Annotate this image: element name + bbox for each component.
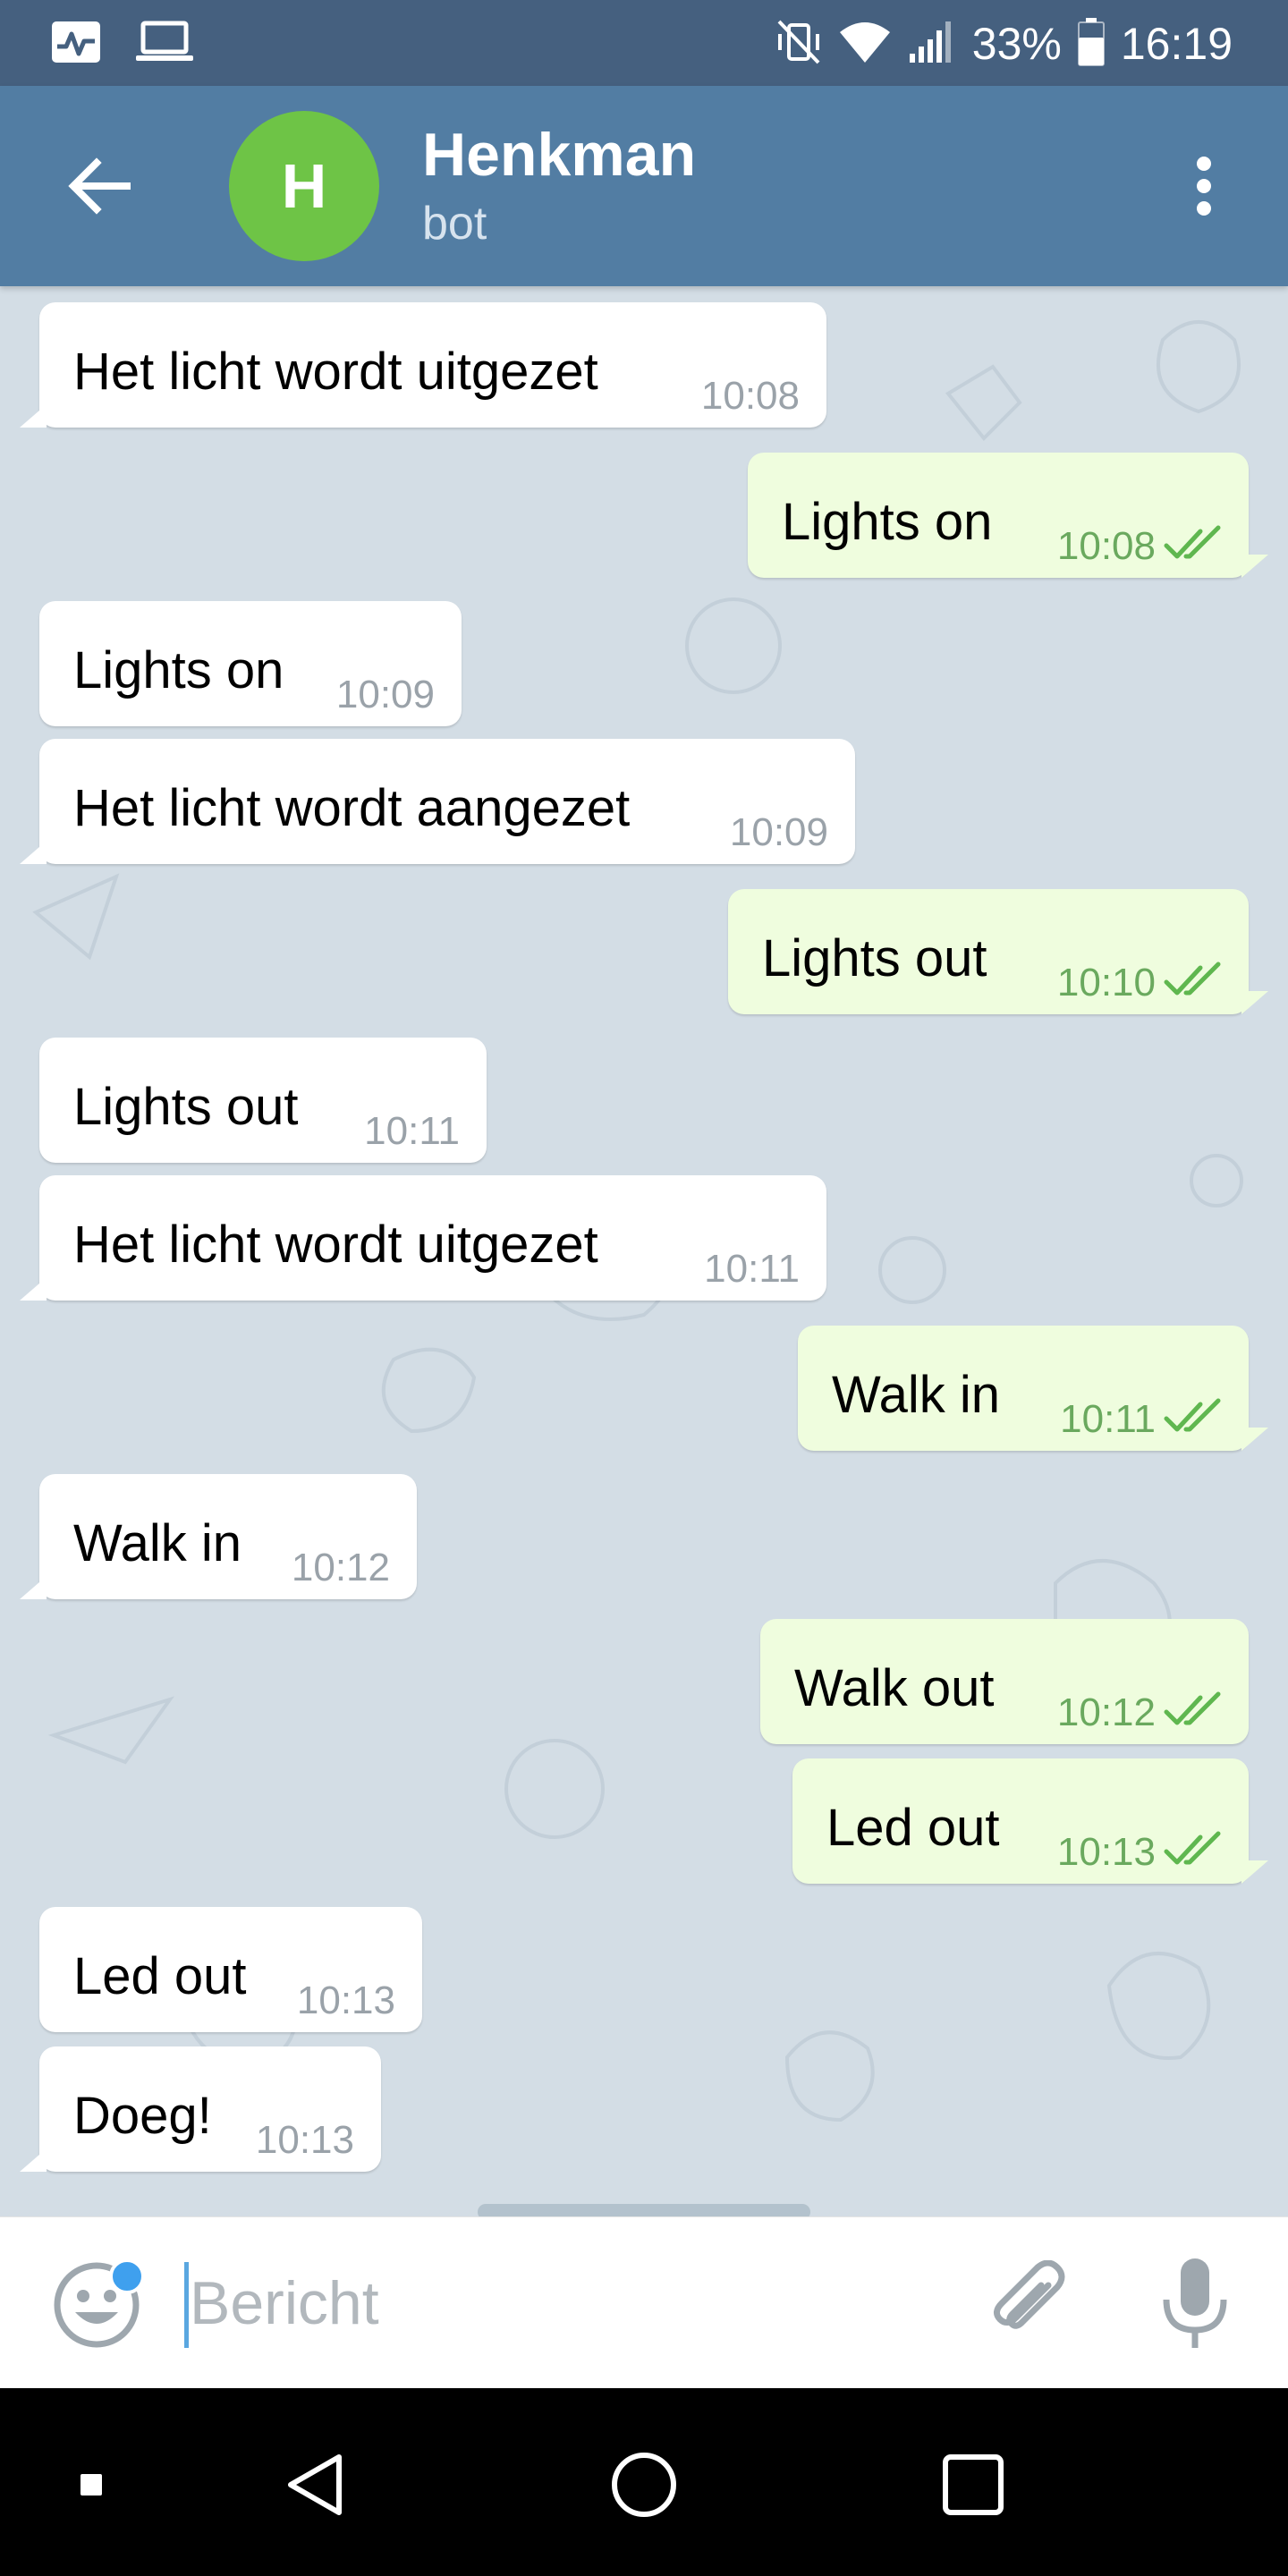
- read-checkmarks-icon: [1164, 1691, 1221, 1725]
- message-text: Led out: [826, 1799, 1000, 1857]
- attach-icon: [994, 2259, 1065, 2329]
- message-time: 10:09: [335, 673, 435, 716]
- message-text: Walk out: [794, 1659, 995, 1717]
- signal-icon: [908, 20, 956, 69]
- message-time: 10:12: [1056, 1690, 1156, 1734]
- nav-overview-button[interactable]: [919, 2431, 1027, 2538]
- message-bubble-in[interactable]: Het licht wordt aangezet 10:09: [20, 739, 855, 864]
- chat-subtitle: bot: [422, 198, 487, 250]
- nav-recent-button[interactable]: [38, 2431, 145, 2538]
- message-time: 10:13: [296, 1979, 395, 2022]
- notification-dot: [109, 2258, 145, 2294]
- more-options-button[interactable]: [1161, 143, 1247, 229]
- message-text: Lights out: [73, 1078, 299, 1136]
- message-input[interactable]: [190, 2258, 923, 2348]
- microphone-button[interactable]: [1154, 2257, 1236, 2350]
- message-time: 10:13: [255, 2118, 354, 2162]
- message-time: 10:10: [1056, 961, 1156, 1004]
- nav-home-circle-icon: [612, 2453, 676, 2517]
- read-checkmarks-icon: [1164, 962, 1221, 996]
- message-bubble-in[interactable]: Walk in 10:12: [20, 1474, 417, 1599]
- wifi-icon: [838, 20, 892, 69]
- chat-title[interactable]: Henkman: [422, 120, 696, 190]
- message-text: Het licht wordt uitgezet: [73, 1216, 598, 1274]
- message-text: Led out: [73, 1947, 247, 2005]
- mute-vibrate-icon: [775, 18, 822, 71]
- message-time: 10:13: [1056, 1830, 1156, 1874]
- message-bubble-out[interactable]: Walk in 10:11: [798, 1326, 1249, 1451]
- message-bubble-in[interactable]: Led out 10:13: [39, 1907, 422, 2032]
- read-checkmarks-icon: [1164, 1398, 1221, 1432]
- read-checkmarks-icon: [1164, 1831, 1221, 1865]
- more-vert-icon: [1197, 157, 1211, 216]
- read-checkmarks-icon: [1164, 525, 1221, 559]
- laptop-icon: [136, 20, 193, 69]
- message-time: 10:08: [700, 374, 800, 418]
- scroll-indicator: [478, 2204, 810, 2216]
- message-time: 10:09: [729, 810, 828, 854]
- message-text: Lights on: [73, 641, 284, 699]
- battery-percent: 33%: [971, 19, 1062, 69]
- message-time: 10:12: [291, 1546, 390, 1589]
- message-bubble-in[interactable]: Lights out 10:11: [39, 1038, 487, 1163]
- status-bar-left: [50, 20, 193, 69]
- nav-home-button[interactable]: [590, 2431, 698, 2538]
- nav-back-triangle-icon: [288, 2454, 342, 2515]
- mic-icon: [1163, 2258, 1227, 2348]
- message-text: Walk in: [73, 1514, 242, 1572]
- message-text: Lights on: [782, 493, 993, 551]
- message-bubble-in[interactable]: Het licht wordt uitgezet 10:11: [20, 1175, 826, 1301]
- avatar[interactable]: H: [229, 111, 379, 261]
- back-arrow-icon: [68, 157, 131, 215]
- message-time: 10:08: [1056, 524, 1156, 568]
- message-bubble-out[interactable]: Walk out 10:12: [760, 1619, 1249, 1744]
- nav-overview-square-icon: [943, 2454, 1004, 2515]
- message-bubble-out[interactable]: Led out 10:13: [792, 1758, 1249, 1884]
- attach-button[interactable]: [986, 2259, 1072, 2346]
- message-bubble-out[interactable]: Lights on 10:08: [748, 453, 1249, 578]
- chat-messages[interactable]: Het licht wordt uitgezet 10:08 Lights on 10…: [0, 286, 1288, 2216]
- nav-back-button[interactable]: [261, 2431, 369, 2538]
- text-caret: [184, 2262, 189, 2348]
- message-composer: [0, 2216, 1288, 2388]
- message-time: 10:11: [364, 1109, 460, 1153]
- message-text: Lights out: [762, 929, 987, 987]
- battery-icon: [1077, 17, 1105, 71]
- message-bubble-in[interactable]: Lights on 10:09: [39, 601, 462, 726]
- message-time: 10:11: [1060, 1397, 1156, 1441]
- message-text: Walk in: [832, 1366, 1000, 1424]
- activity-monitor-icon: [50, 20, 102, 69]
- message-text: Het licht wordt aangezet: [73, 779, 631, 837]
- message-text: Het licht wordt uitgezet: [73, 343, 598, 401]
- status-time: 16:19: [1120, 19, 1233, 69]
- message-text: Doeg!: [73, 2087, 212, 2145]
- message-bubble-out[interactable]: Lights out 10:10: [728, 889, 1249, 1014]
- message-bubble-in[interactable]: Doeg! 10:13: [20, 2046, 381, 2172]
- system-nav-bar: [0, 2388, 1288, 2576]
- back-button[interactable]: [57, 145, 140, 227]
- message-bubble-in[interactable]: Het licht wordt uitgezet 10:08: [20, 302, 826, 428]
- message-time: 10:11: [704, 1247, 800, 1291]
- status-bar: 33% 16:19: [0, 0, 1288, 86]
- status-bar-right: 33% 16:19: [775, 13, 1233, 75]
- chat-header: H Henkman bot: [0, 86, 1288, 286]
- nav-recent-square-icon: [80, 2474, 102, 2496]
